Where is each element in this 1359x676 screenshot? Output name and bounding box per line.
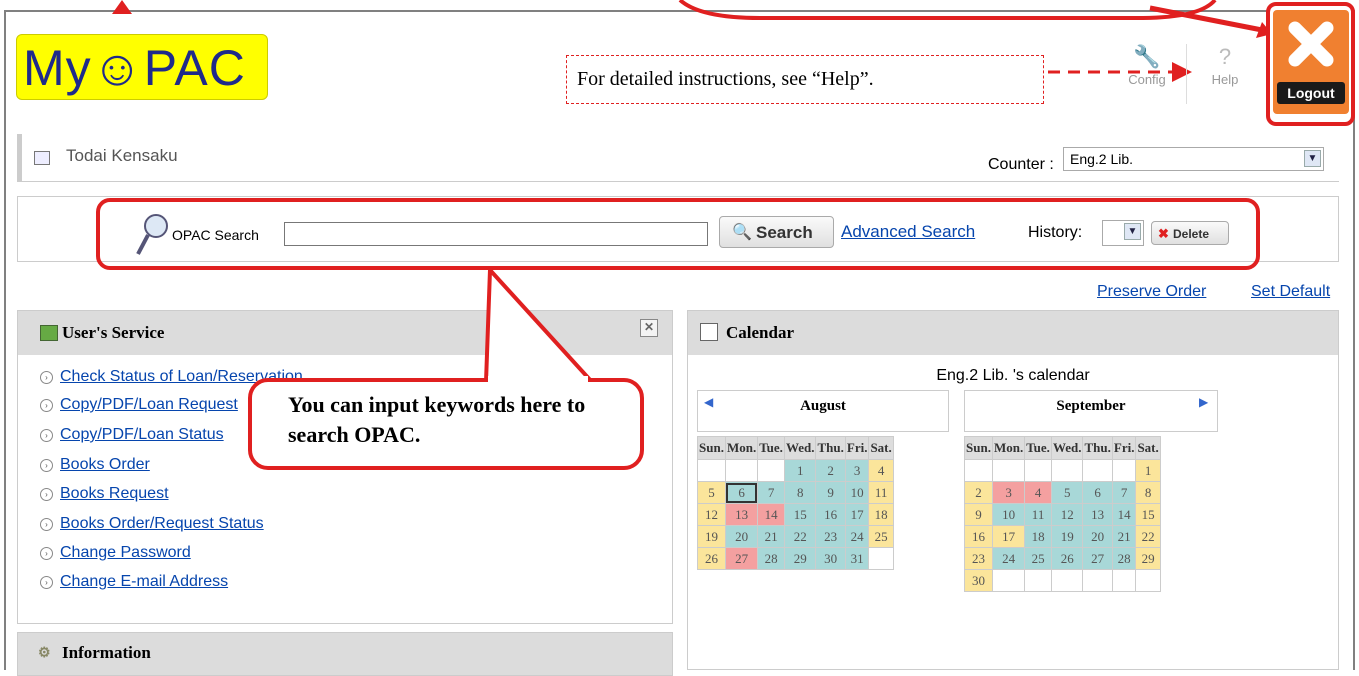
callout-tail-join (488, 376, 588, 384)
callout-tail (484, 268, 594, 384)
callout-bubble: You can input keywords here to search OP… (248, 378, 644, 470)
